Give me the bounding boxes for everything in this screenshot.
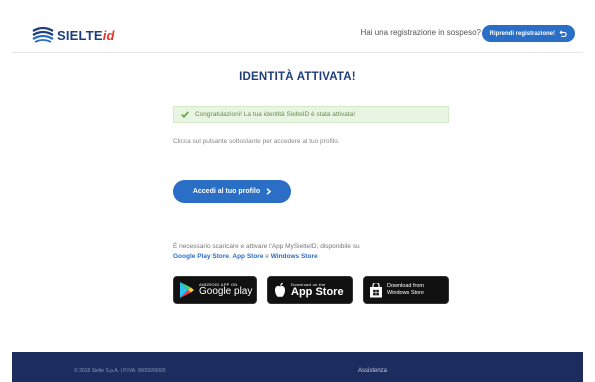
undo-icon (559, 29, 567, 37)
top-navbar: SIELTEid Hai una registrazione in sospes… (12, 17, 583, 53)
success-alert: Congratulazioni! La tua identità SielteI… (173, 106, 449, 123)
resume-registration-label: Riprendi registrazione! (489, 30, 555, 37)
google-play-badge[interactable]: ANDROID APP ON Google play (173, 276, 257, 304)
resume-registration-button[interactable]: Riprendi registrazione! (481, 25, 575, 42)
windows-badge-line1: Download from (387, 283, 424, 289)
apple-badge-big-text: App Store (291, 285, 344, 298)
access-profile-button[interactable]: Accedi al tuo profilo (173, 180, 291, 203)
page-footer: © 2018 Sielte S.p.A. | P.IVA: 00000/000/… (12, 352, 583, 382)
logo-text: SIELTEid (57, 27, 115, 43)
footer-support-link[interactable]: Assistenza (358, 368, 387, 374)
google-play-link[interactable]: Google Play Store (173, 253, 229, 260)
google-play-icon (180, 282, 194, 298)
app-store-badge[interactable]: Download on the App Store (267, 276, 353, 304)
windows-store-badge[interactable]: Download from Windows Store (363, 276, 449, 304)
chevron-right-icon (266, 188, 272, 195)
access-profile-label: Accedi al tuo profilo (192, 188, 261, 195)
store-links-conjunction: e (265, 253, 269, 260)
app-store-link[interactable]: App Store (232, 253, 263, 260)
pending-registration-text: Hai una registrazione in sospeso? (360, 28, 481, 37)
windows-store-link[interactable]: Windows Store (271, 253, 318, 260)
instruction-text: Clicca sul pulsante sottostante per acce… (173, 138, 340, 145)
store-links: Google Play Store, App Store e Windows S… (173, 252, 473, 262)
success-alert-text: Congratulazioni! La tua identità SielteI… (195, 111, 356, 118)
check-icon (181, 111, 189, 118)
windows-store-icon (370, 282, 382, 297)
apple-icon (275, 282, 285, 297)
sielte-id-logo[interactable]: SIELTEid (32, 25, 115, 45)
sielte-logo-icon (32, 26, 54, 43)
app-download-info: È necessario scaricare e attivare l'App … (173, 242, 473, 262)
footer-copyright: © 2018 Sielte S.p.A. | P.IVA: 00000/000/… (74, 368, 166, 374)
store-links-comma: , (229, 253, 231, 260)
google-badge-big-text: Google play (199, 286, 253, 297)
page-title: IDENTITÀ ATTIVATA! (239, 71, 356, 83)
windows-badge-line2: Windows Store (387, 290, 424, 296)
app-download-text: È necessario scaricare e attivare l'App … (173, 243, 360, 250)
